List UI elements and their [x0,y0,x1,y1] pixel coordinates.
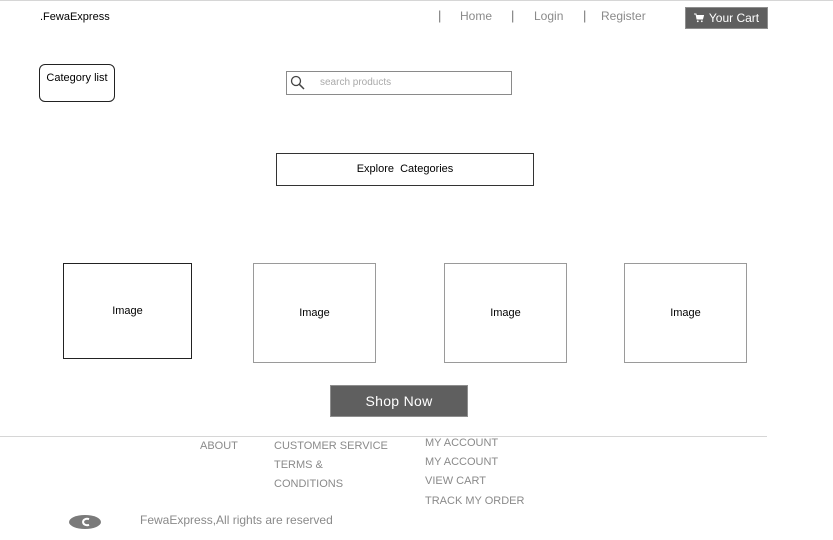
nav-separator: | [511,8,515,23]
copyright-logo-icon [69,515,101,529]
footer-my-account-link[interactable]: MY ACCOUNT [425,456,498,468]
category-list-label: Category list [46,72,108,84]
brand-logo[interactable]: .FewaExpress [40,11,110,23]
nav-register-link[interactable]: Register [601,9,646,23]
footer-divider [0,436,767,437]
search-input[interactable]: search products [286,71,512,95]
nav-separator: | [438,8,442,23]
copyright-text: FewaExpress,All rights are reserved [140,513,333,527]
footer-conditions-link[interactable]: CONDITIONS [274,478,343,490]
product-image-4[interactable]: Image [624,263,747,363]
nav-separator: | [583,8,587,23]
product-image-2[interactable]: Image [253,263,376,363]
footer-customer-service-link[interactable]: CUSTOMER SERVICE [274,440,388,452]
top-divider [0,0,833,1]
search-icon[interactable] [290,75,306,91]
image-placeholder-label: Image [490,307,521,319]
explore-categories-button[interactable]: Explore Categories [276,153,534,186]
your-cart-label: Your Cart [708,11,760,25]
category-list-button[interactable]: Category list [39,64,115,102]
nav-login-link[interactable]: Login [534,9,563,23]
your-cart-button[interactable]: Your Cart [685,7,768,29]
shop-now-button[interactable]: Shop Now [330,385,468,417]
footer-view-cart-link[interactable]: VIEW CART [425,475,486,487]
explore-categories-label: Explore Categories [356,163,454,175]
image-placeholder-label: Image [670,307,701,319]
footer-terms-link[interactable]: TERMS & [274,459,323,471]
search-placeholder: search products [320,77,392,88]
footer-about-link[interactable]: ABOUT [200,440,238,452]
cart-icon [693,13,704,23]
image-placeholder-label: Image [299,307,330,319]
footer-my-account-link[interactable]: MY ACCOUNT [425,437,498,449]
product-image-3[interactable]: Image [444,263,567,363]
footer-track-order-link[interactable]: TRACK MY ORDER [425,495,524,507]
image-placeholder-label: Image [112,305,143,317]
nav-home-link[interactable]: Home [460,9,492,23]
product-image-1[interactable]: Image [63,263,192,359]
